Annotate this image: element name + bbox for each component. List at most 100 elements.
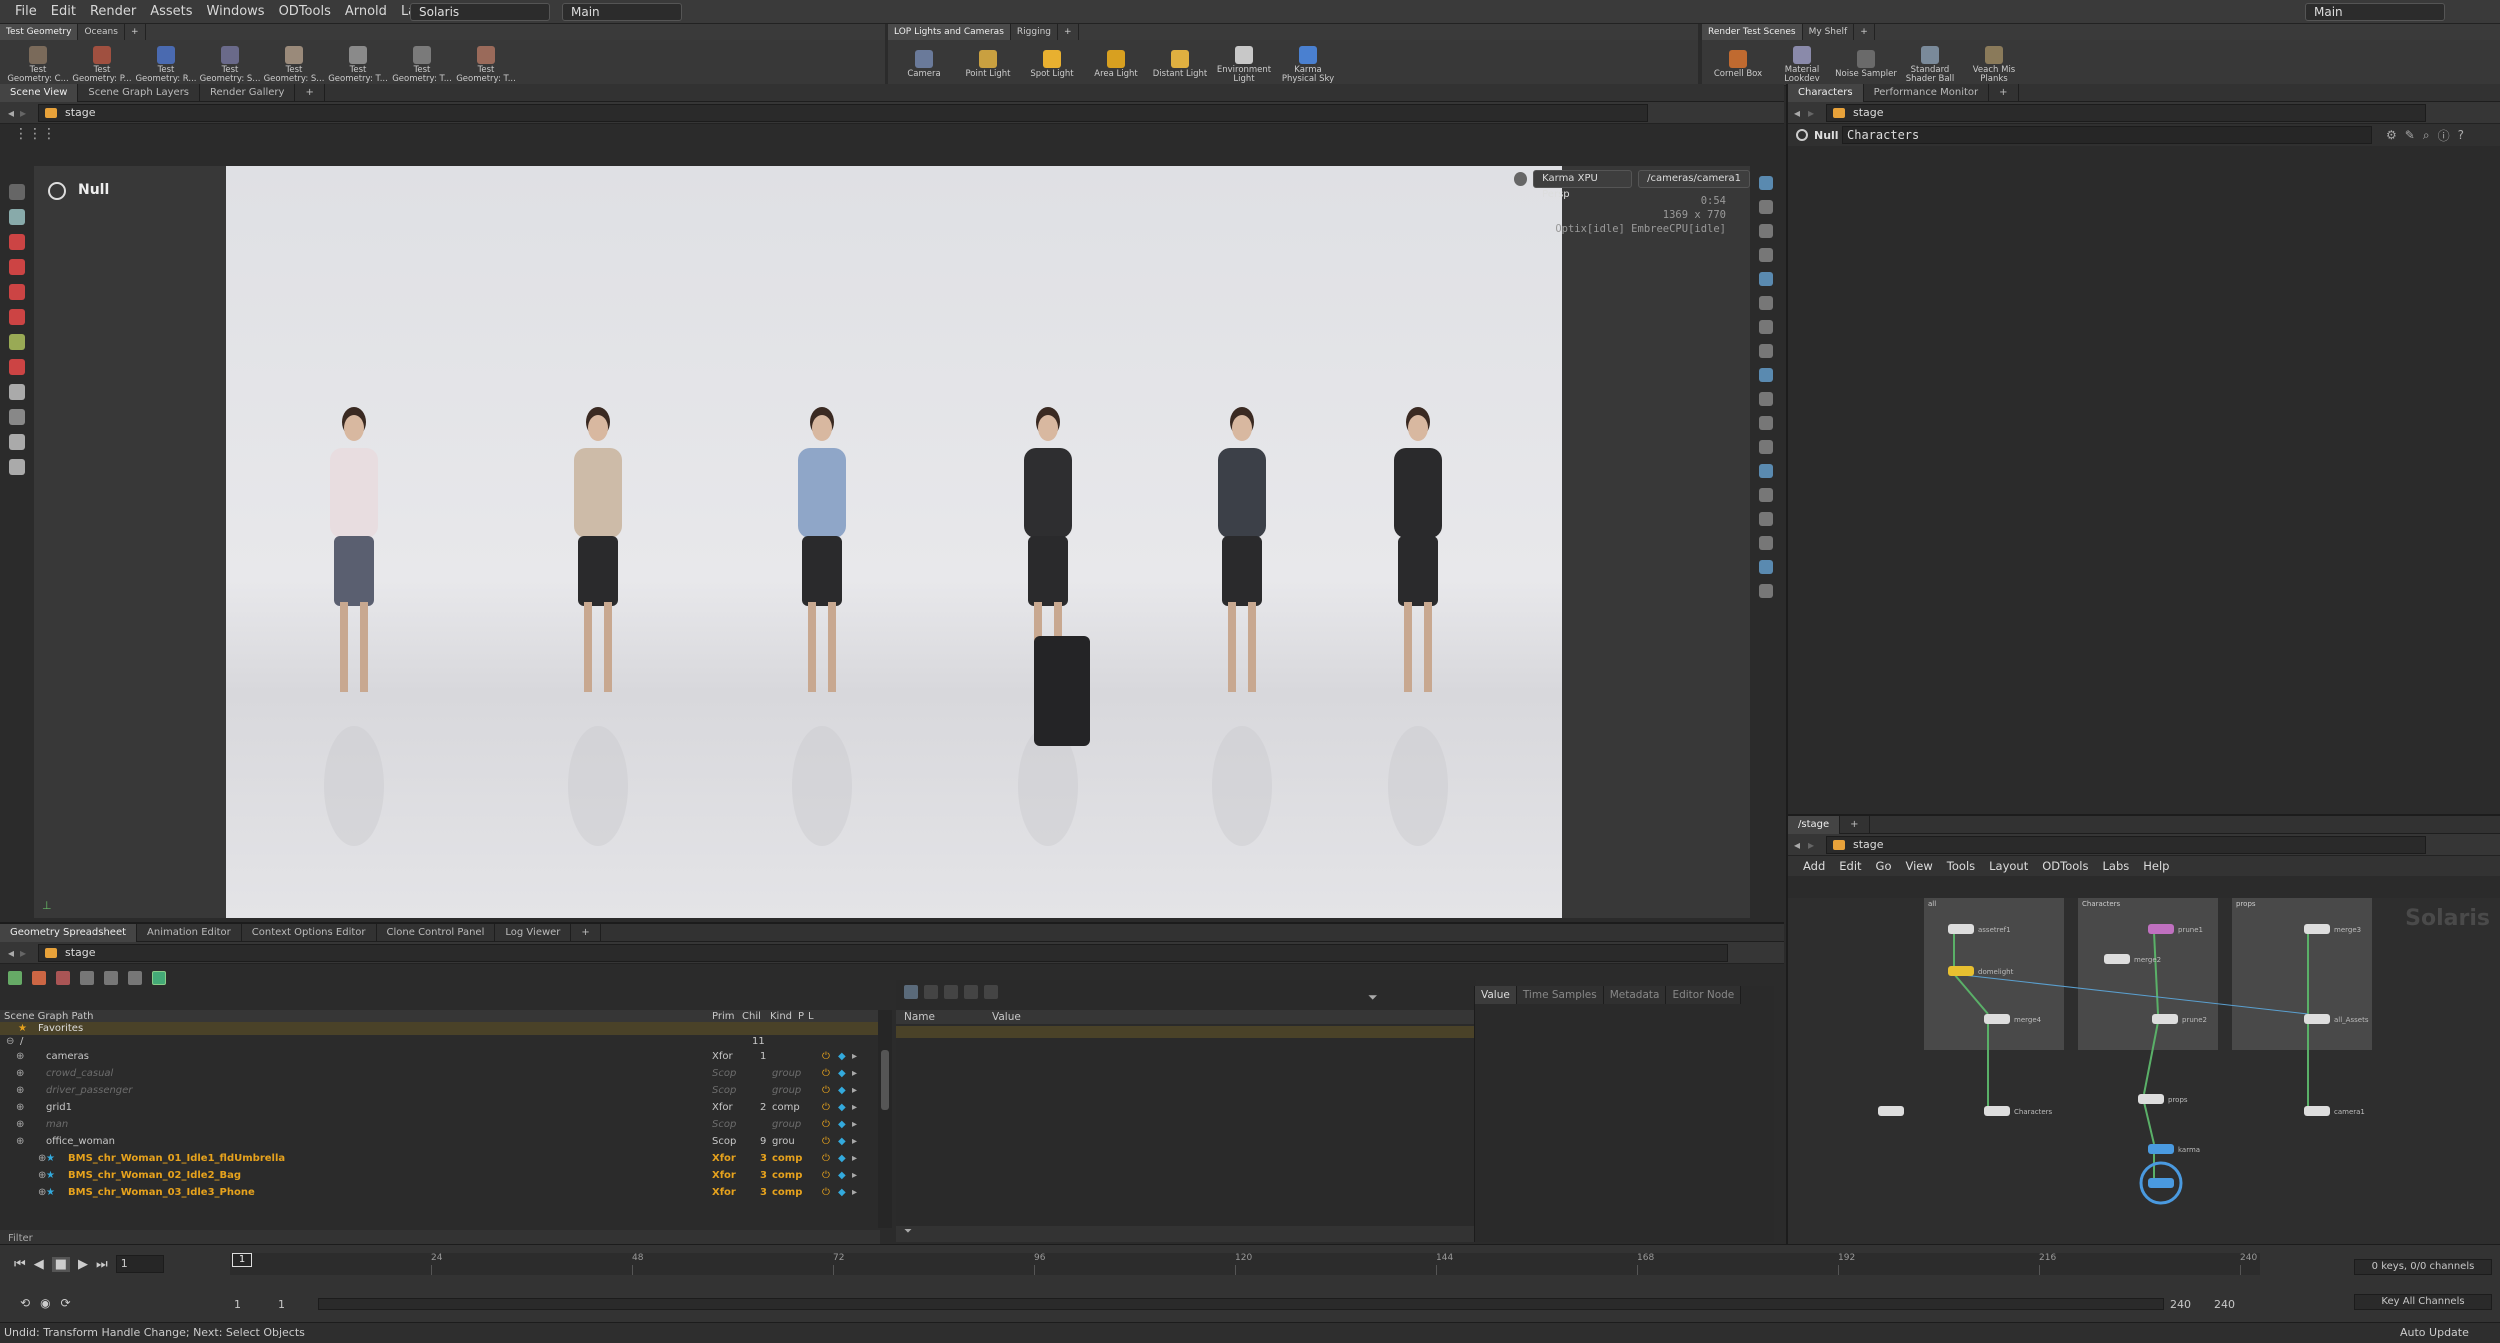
network-node[interactable] <box>2148 924 2174 934</box>
add-shelf-tab-icon[interactable]: + <box>125 24 146 40</box>
menu-windows[interactable]: Windows <box>200 0 272 24</box>
display-option-8-icon[interactable] <box>1759 368 1773 382</box>
shelf-tool-spot-light[interactable]: Spot Light <box>1020 50 1084 79</box>
spreadsheet-path-field[interactable]: stage <box>38 943 1728 962</box>
viewer-tool-1-icon[interactable] <box>9 209 25 225</box>
shelf-tab-my-shelf[interactable]: My Shelf <box>1803 24 1855 40</box>
back-icon[interactable]: ◂ <box>1794 106 1808 120</box>
network-box[interactable] <box>2078 898 2218 1050</box>
viewer-tool-10-icon[interactable] <box>9 434 25 450</box>
range-end-2[interactable]: 240 <box>2214 1298 2235 1311</box>
help-icon[interactable]: ? <box>2458 128 2464 142</box>
expand-icon[interactable]: ⊕ <box>16 1065 24 1082</box>
tab-scene-view[interactable]: Scene View <box>0 83 79 102</box>
select-icon[interactable]: ▸ <box>852 1167 857 1184</box>
add-shelf-tab-icon[interactable]: + <box>1058 24 1079 40</box>
select-icon[interactable]: ▸ <box>852 1150 857 1167</box>
display-option-16-icon[interactable] <box>1759 560 1773 574</box>
tab-geometry-spreadsheet[interactable]: Geometry Spreadsheet <box>0 923 138 942</box>
shelf-tab-oceans[interactable]: Oceans <box>78 24 125 40</box>
sg-header-chil[interactable]: Chil <box>742 1011 761 1022</box>
range-end[interactable]: 240 <box>2170 1298 2191 1311</box>
funnel-icon[interactable]: ⏷ <box>1368 990 1378 1005</box>
range-slider[interactable] <box>318 1298 2164 1310</box>
go-start-icon[interactable]: ⏮ <box>14 1257 26 1272</box>
select-icon[interactable]: ▸ <box>852 1133 857 1150</box>
desktop-dropdown[interactable]: Main <box>562 3 682 21</box>
tab-stage[interactable]: /stage <box>1788 815 1841 834</box>
shelf-tool-noise-sampler[interactable]: Noise Sampler <box>1834 50 1898 79</box>
network-menu-help[interactable]: Help <box>2136 859 2176 873</box>
stop-icon[interactable]: ■ <box>51 1256 70 1272</box>
tab-animation-editor[interactable]: Animation Editor <box>137 923 242 942</box>
solo-icon[interactable]: ◆ <box>838 1082 846 1099</box>
list-icon[interactable] <box>924 985 938 999</box>
display-option-3-icon[interactable] <box>1759 248 1773 262</box>
shelf-tool-test-geometry-s[interactable]: Test Geometry: S... <box>262 45 326 84</box>
shelf-tool-camera[interactable]: Camera <box>892 50 956 79</box>
columns-icon[interactable] <box>944 985 958 999</box>
network-menu-tools[interactable]: Tools <box>1940 859 1982 873</box>
rows-icon[interactable] <box>964 985 978 999</box>
table-row[interactable]: ⊕ grid1 Xfor 2 comp ⏻ ◆ ▸ <box>0 1099 880 1116</box>
sg-header-p[interactable]: P <box>798 1011 804 1022</box>
step-back-icon[interactable]: ◀ <box>34 1257 44 1272</box>
tab-performance-monitor[interactable]: Performance Monitor <box>1864 83 1990 102</box>
shelf-tool-test-geometry-t[interactable]: Test Geometry: T... <box>454 45 518 84</box>
shelf-tool-test-geometry-s[interactable]: Test Geometry: S... <box>198 45 262 84</box>
shelf-tab-rigging[interactable]: Rigging <box>1011 24 1058 40</box>
network-menu-labs[interactable]: Labs <box>2095 859 2136 873</box>
add-tab-icon[interactable]: + <box>571 923 601 942</box>
view-icon[interactable] <box>904 985 918 999</box>
param-path-field[interactable]: stage <box>1826 103 2426 122</box>
shelf-tool-veach-mis-planks[interactable]: Veach Mis Planks <box>1962 45 2026 84</box>
table-row[interactable]: ⊕ ★ BMS_chr_Woman_03_Idle3_Phone Xfor 3 comp ⏻… <box>0 1184 880 1201</box>
sg-header-prim[interactable]: Prim <box>712 1011 735 1022</box>
tab-log-viewer[interactable]: Log Viewer <box>495 923 572 942</box>
table-row[interactable]: ⊕ crowd_casual Scop group ⏻ ◆ ▸ <box>0 1065 880 1082</box>
shelf-tab-lop-lights-and-cameras[interactable]: LOP Lights and Cameras <box>888 24 1011 40</box>
viewer-tool-2-icon[interactable] <box>9 234 25 250</box>
forward-icon[interactable]: ▸ <box>1808 106 1826 120</box>
display-option-9-icon[interactable] <box>1759 392 1773 406</box>
find-icon[interactable] <box>128 971 142 985</box>
network-path-field[interactable]: stage <box>1826 835 2426 854</box>
table-row[interactable]: ⊕ cameras Xfor 1 ⏻ ◆ ▸ <box>0 1048 880 1065</box>
value-tab-value[interactable]: Value <box>1475 986 1517 1004</box>
favorites-row[interactable]: ★ Favorites <box>0 1022 880 1035</box>
select-icon[interactable]: ▸ <box>852 1048 857 1065</box>
back-icon[interactable]: ◂ <box>8 106 20 120</box>
display-option-10-icon[interactable] <box>1759 416 1773 430</box>
network-node[interactable] <box>1948 966 1974 976</box>
table-row[interactable]: ⊕ ★ BMS_chr_Woman_02_Idle2_Bag Xfor 3 comp ⏻ ◆ ▸ <box>0 1167 880 1184</box>
network-menu-view[interactable]: View <box>1899 859 1940 873</box>
prop-selected-row[interactable] <box>896 1026 1476 1038</box>
value-tab-time-samples[interactable]: Time Samples <box>1516 986 1604 1004</box>
visibility-icon[interactable]: ⏻ <box>822 1150 830 1167</box>
info-icon[interactable] <box>104 971 118 985</box>
shelf-tool-standard-shader-ball[interactable]: Standard Shader Ball <box>1898 45 1962 84</box>
select-sync-icon[interactable] <box>152 971 166 985</box>
network-node[interactable] <box>2304 1106 2330 1116</box>
display-option-14-icon[interactable] <box>1759 512 1773 526</box>
right-desktop-dropdown[interactable]: Main <box>2305 3 2445 21</box>
search-icon[interactable]: ⌕ <box>2423 128 2430 143</box>
tab-scene-graph-layers[interactable]: Scene Graph Layers <box>78 83 201 102</box>
table-row[interactable]: ⊕ office_woman Scop 9 grou ⏻ ◆ ▸ <box>0 1133 880 1150</box>
shelf-tool-test-geometry-p[interactable]: Test Geometry: P... <box>70 45 134 84</box>
sg-header-kind[interactable]: Kind <box>770 1011 792 1022</box>
display-option-7-icon[interactable] <box>1759 344 1773 358</box>
display-option-5-icon[interactable] <box>1759 296 1773 310</box>
key-all-channels-dropdown[interactable]: Key All Channels <box>2354 1294 2492 1310</box>
select-icon[interactable]: ▸ <box>852 1082 857 1099</box>
add-tab-icon[interactable]: + <box>1840 815 1870 834</box>
visibility-icon[interactable]: ⏻ <box>822 1167 830 1184</box>
forward-icon[interactable]: ▸ <box>20 106 38 120</box>
display-option-12-icon[interactable] <box>1759 464 1773 478</box>
menu-assets[interactable]: Assets <box>143 0 199 24</box>
forward-icon[interactable]: ▸ <box>20 946 38 960</box>
display-option-11-icon[interactable] <box>1759 440 1773 454</box>
display-option-0-icon[interactable] <box>1759 176 1773 190</box>
viewer-tool-9-icon[interactable] <box>9 409 25 425</box>
visibility-icon[interactable]: ⏻ <box>822 1184 830 1201</box>
